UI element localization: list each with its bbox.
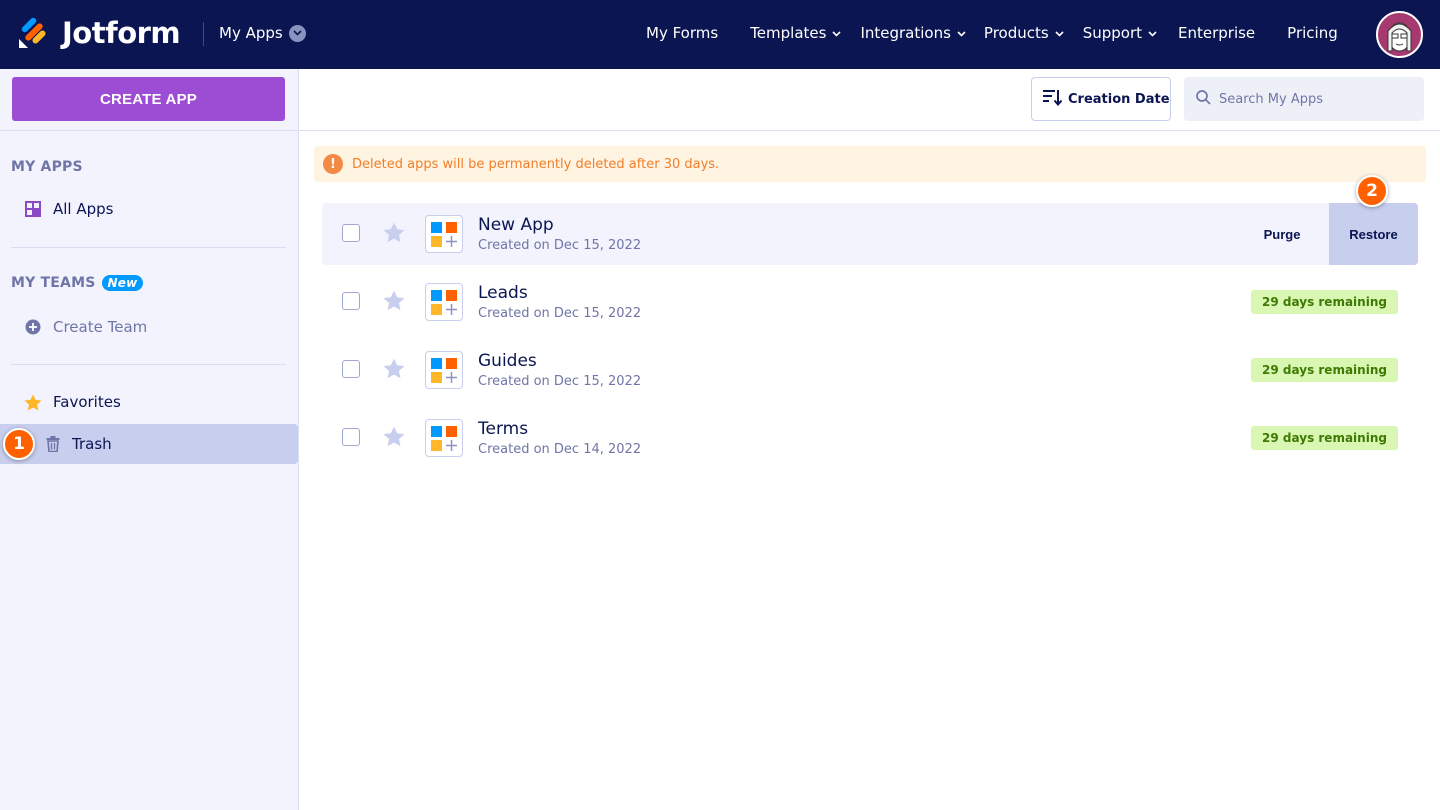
jotform-logo-icon — [18, 17, 50, 49]
app-created-date: Created on Dec 15, 2022 — [478, 374, 642, 389]
sidebar-item-favorites[interactable]: Favorites — [0, 382, 298, 422]
list-item[interactable]: Guides Created on Dec 15, 2022 29 days r… — [322, 339, 1418, 401]
nav-my-forms[interactable]: My Forms — [646, 24, 718, 42]
row-checkbox[interactable] — [342, 292, 360, 310]
step-marker-2: 2 — [1356, 175, 1388, 207]
list-item[interactable]: Terms Created on Dec 14, 2022 29 days re… — [322, 407, 1418, 469]
section-heading-label: MY TEAMS — [11, 275, 96, 291]
divider — [11, 247, 286, 248]
chevron-down-icon — [832, 31, 842, 37]
star-icon — [24, 393, 42, 411]
app-icon — [425, 419, 463, 457]
nav-enterprise[interactable]: Enterprise — [1178, 24, 1255, 42]
trash-icon — [44, 435, 62, 453]
sidebar-item-create-team[interactable]: Create Team — [0, 307, 298, 347]
sidebar-item-label: Trash — [72, 435, 112, 453]
sidebar-item-label: Favorites — [53, 393, 121, 411]
nav-templates[interactable]: Templates — [750, 24, 842, 42]
app-icon — [425, 215, 463, 253]
nav-link-label: Templates — [750, 24, 827, 42]
search-input[interactable] — [1219, 91, 1409, 107]
product-switcher-label: My Apps — [219, 24, 283, 42]
app-created-date: Created on Dec 15, 2022 — [478, 306, 642, 321]
sidebar-item-all-apps[interactable]: All Apps — [0, 189, 298, 229]
restore-button[interactable]: Restore — [1329, 203, 1418, 265]
my-teams-heading: MY TEAMS New — [11, 275, 144, 291]
star-icon[interactable] — [383, 426, 405, 448]
plus-circle-icon — [24, 318, 42, 336]
app-created-date: Created on Dec 15, 2022 — [478, 238, 642, 253]
nav-products[interactable]: Products — [984, 24, 1064, 42]
row-checkbox[interactable] — [342, 360, 360, 378]
sort-button[interactable]: Creation Date — [1031, 77, 1171, 121]
brand-name: Jotform — [62, 16, 181, 50]
nav-link-label: Pricing — [1287, 24, 1338, 42]
section-heading-label: MY APPS — [11, 159, 83, 175]
sidebar-item-label: All Apps — [53, 200, 114, 218]
app-title: Leads — [478, 283, 528, 303]
list-item[interactable]: New App Created on Dec 15, 2022 Purge Re… — [322, 203, 1418, 265]
product-switcher[interactable]: My Apps — [219, 24, 306, 42]
user-avatar[interactable] — [1376, 11, 1423, 58]
days-remaining-badge: 29 days remaining — [1251, 358, 1398, 382]
star-icon[interactable] — [383, 222, 405, 244]
nav-pricing[interactable]: Pricing — [1287, 24, 1338, 42]
top-navigation-bar: Jotform My Apps My Forms Templates Integ… — [0, 0, 1440, 69]
purge-button[interactable]: Purge — [1236, 203, 1328, 265]
list-item[interactable]: Leads Created on Dec 15, 2022 29 days re… — [322, 271, 1418, 333]
nav-support[interactable]: Support — [1083, 24, 1157, 42]
nav-links: My Forms Templates Integrations Products… — [646, 24, 1338, 42]
chevron-down-icon — [1055, 31, 1064, 37]
app-created-date: Created on Dec 14, 2022 — [478, 442, 642, 457]
star-icon[interactable] — [383, 290, 405, 312]
days-remaining-badge: 29 days remaining — [1251, 426, 1398, 450]
app-icon — [425, 283, 463, 321]
sidebar-item-trash[interactable]: Trash — [0, 424, 298, 464]
create-app-button[interactable]: CREATE APP — [12, 77, 285, 121]
app-title: Guides — [478, 351, 537, 371]
sort-icon — [1042, 88, 1063, 110]
step-marker-1: 1 — [3, 428, 35, 460]
row-checkbox[interactable] — [342, 224, 360, 242]
sidebar-item-label: Create Team — [53, 318, 148, 336]
app-title: Terms — [478, 419, 529, 439]
nav-link-label: Enterprise — [1178, 24, 1256, 42]
warning-icon: ! — [323, 154, 343, 174]
search-icon — [1196, 89, 1211, 109]
list-toolbar: Creation Date — [300, 69, 1440, 131]
nav-integrations[interactable]: Integrations — [860, 24, 966, 42]
chevron-down-icon — [1148, 31, 1157, 37]
app-icon — [425, 351, 463, 389]
trash-warning-banner: ! Deleted apps will be permanently delet… — [314, 146, 1426, 182]
nav-link-label: Products — [983, 24, 1049, 42]
nav-divider — [203, 22, 204, 46]
my-apps-heading: MY APPS — [11, 159, 83, 175]
new-badge: New — [101, 275, 144, 291]
divider — [0, 130, 298, 131]
sort-button-label: Creation Date — [1068, 91, 1170, 107]
star-icon[interactable] — [383, 358, 405, 380]
nav-link-label: Integrations — [860, 24, 951, 42]
divider — [11, 364, 286, 365]
grid-icon — [24, 200, 42, 218]
days-remaining-badge: 29 days remaining — [1251, 290, 1398, 314]
brand-logo-link[interactable]: Jotform — [18, 16, 181, 50]
row-checkbox[interactable] — [342, 428, 360, 446]
search-box — [1184, 77, 1424, 121]
banner-text: Deleted apps will be permanently deleted… — [352, 156, 720, 172]
nav-link-label: My Forms — [646, 24, 719, 42]
nav-link-label: Support — [1082, 24, 1142, 42]
sidebar: CREATE APP MY APPS All Apps MY TEAMS New — [0, 69, 299, 810]
app-title: New App — [478, 215, 554, 235]
chevron-down-icon — [957, 31, 966, 37]
chevron-down-icon — [288, 24, 306, 42]
